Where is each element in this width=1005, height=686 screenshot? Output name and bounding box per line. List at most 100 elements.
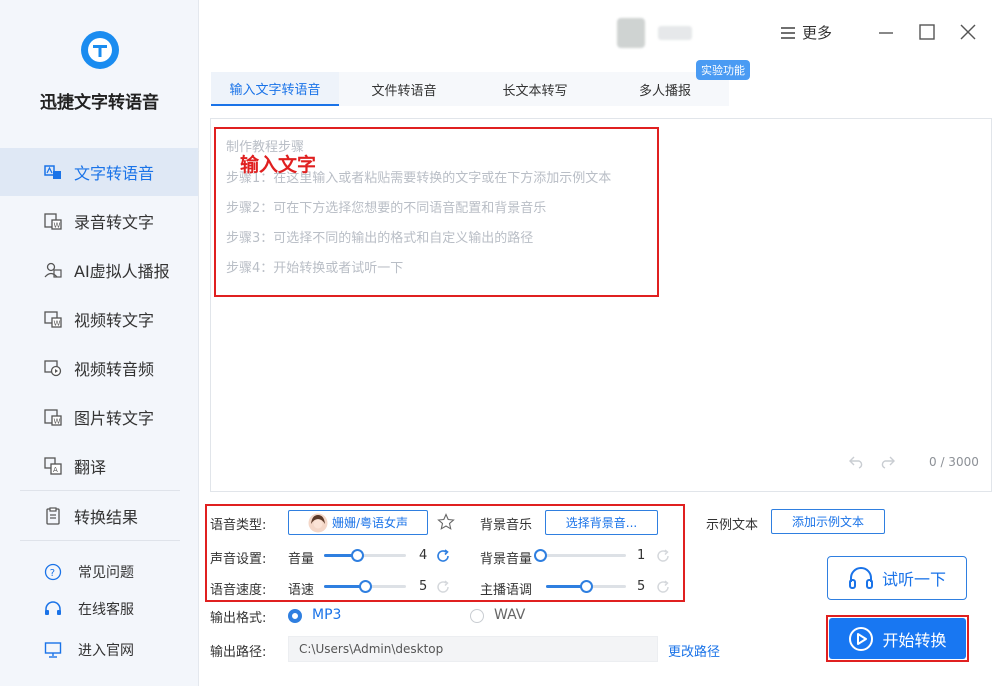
recording-to-text-icon: W xyxy=(44,212,62,230)
help-item-website[interactable]: 进入官网 xyxy=(0,635,198,665)
svg-text:A: A xyxy=(53,466,58,474)
change-path-link[interactable]: 更改路径 xyxy=(668,641,720,660)
maximize-icon[interactable] xyxy=(917,22,937,42)
slider-handle[interactable] xyxy=(534,549,547,562)
play-circle-icon xyxy=(849,626,874,651)
headphones-icon xyxy=(848,567,873,589)
sidebar-item-image-to-text[interactable]: W 图片转文字 xyxy=(0,393,198,441)
format-wav-label[interactable]: WAV xyxy=(494,607,525,623)
more-label: 更多 xyxy=(802,24,833,42)
voice-avatar-icon xyxy=(308,513,328,532)
sidebar: 迅捷文字转语音 文字转语音 W 录音转文字 AI虚拟人播报 W 视频转文字 视频… xyxy=(0,0,199,686)
question-icon: ? xyxy=(44,563,62,581)
slider-handle[interactable] xyxy=(359,580,372,593)
favorite-star-icon[interactable] xyxy=(437,513,455,531)
slider-handle[interactable] xyxy=(350,549,364,562)
format-wav-radio[interactable] xyxy=(470,609,484,623)
video-to-text-icon: W xyxy=(44,310,62,328)
slider-handle[interactable] xyxy=(580,580,593,593)
app-name: 迅捷文字转语音 xyxy=(40,93,159,113)
minimize-icon[interactable] xyxy=(876,22,896,42)
reset-pitch-icon[interactable] xyxy=(656,580,670,594)
pitch-value: 5 xyxy=(637,579,646,594)
volume-value: 4 xyxy=(419,548,428,563)
speech-speed-label: 语音速度: xyxy=(210,583,267,598)
video-to-audio-icon xyxy=(44,359,62,377)
sidebar-item-label: AI虚拟人播报 xyxy=(74,262,170,281)
sidebar-item-translate[interactable]: A 翻译 xyxy=(0,442,198,490)
volume-slider[interactable] xyxy=(324,549,406,562)
undo-icon[interactable] xyxy=(849,455,865,469)
tab-input-text-to-speech[interactable]: 输入文字转语音 xyxy=(211,72,339,106)
svg-text:?: ? xyxy=(50,568,55,579)
voice-type-label: 语音类型: xyxy=(210,518,267,533)
format-mp3-label[interactable]: MP3 xyxy=(312,607,341,623)
redo-icon[interactable] xyxy=(879,455,895,469)
sidebar-item-video-to-audio[interactable]: 视频转音频 xyxy=(0,344,198,392)
menu-icon xyxy=(781,26,795,39)
pitch-label: 主播语调 xyxy=(480,583,533,598)
sound-settings-label: 声音设置: xyxy=(210,552,267,567)
reset-bg-volume-icon[interactable] xyxy=(656,549,670,563)
sidebar-item-label: 录音转文字 xyxy=(74,213,155,232)
user-name xyxy=(658,26,692,40)
more-menu-button[interactable]: 更多 xyxy=(780,22,832,43)
help-item-online-support[interactable]: 在线客服 xyxy=(0,594,198,624)
sample-text-label: 示例文本 xyxy=(706,518,759,533)
help-item-faq[interactable]: ? 常见问题 xyxy=(0,557,198,587)
bg-volume-value: 1 xyxy=(637,548,646,563)
text-to-speech-icon xyxy=(44,163,62,181)
help-item-label: 在线客服 xyxy=(78,602,134,618)
output-path-field[interactable]: C:\Users\Admin\desktop xyxy=(288,636,658,662)
sidebar-item-label: 图片转文字 xyxy=(74,409,155,428)
output-format-label: 输出格式: xyxy=(210,611,267,626)
reset-speed-icon[interactable] xyxy=(436,580,450,594)
speed-label: 语速 xyxy=(288,583,315,598)
annotation-label: 输入文字 xyxy=(240,154,317,176)
sidebar-item-recording-to-text[interactable]: W 录音转文字 xyxy=(0,197,198,245)
output-path-label: 输出路径: xyxy=(210,645,267,660)
help-item-label: 常见问题 xyxy=(78,565,134,581)
speed-slider[interactable] xyxy=(324,580,406,593)
reset-volume-icon[interactable] xyxy=(436,549,450,563)
sidebar-item-label: 视频转音频 xyxy=(74,360,155,379)
sidebar-item-video-to-text[interactable]: W 视频转文字 xyxy=(0,295,198,343)
tab-long-text-transcribe[interactable]: 长文本转写 xyxy=(469,72,601,106)
add-sample-text-button[interactable]: 添加示例文本 xyxy=(771,509,885,534)
sidebar-item-label: 翻译 xyxy=(74,458,107,477)
speed-value: 5 xyxy=(419,579,428,594)
image-to-text-icon: W xyxy=(44,408,62,426)
listen-preview-button[interactable]: 试听一下 xyxy=(827,556,967,600)
monitor-icon xyxy=(44,642,62,658)
sidebar-item-ai-avatar[interactable]: AI虚拟人播报 xyxy=(0,246,198,294)
sidebar-item-label: 视频转文字 xyxy=(74,311,155,330)
app-logo-icon xyxy=(81,31,119,69)
pitch-slider[interactable] xyxy=(546,580,626,593)
select-bg-music-button[interactable]: 选择背景音... xyxy=(545,510,658,535)
start-label: 开始转换 xyxy=(882,630,947,650)
voice-select-button[interactable]: 姗姗/粤语女声 xyxy=(288,510,428,535)
tab-bar: 输入文字转语音 文件转语音 长文本转写 多人播报 xyxy=(211,72,729,106)
headset-icon xyxy=(45,601,61,615)
user-avatar[interactable] xyxy=(617,18,645,48)
voice-name: 姗姗/粤语女声 xyxy=(331,516,409,530)
sidebar-item-results[interactable]: 转换结果 xyxy=(0,492,198,540)
svg-text:W: W xyxy=(54,320,61,328)
format-mp3-radio[interactable] xyxy=(288,609,302,623)
sidebar-item-label: 转换结果 xyxy=(74,508,139,527)
sidebar-item-label: 文字转语音 xyxy=(74,164,155,183)
sidebar-divider xyxy=(20,490,180,491)
bg-volume-slider[interactable] xyxy=(534,549,626,562)
results-icon xyxy=(44,507,62,525)
start-convert-button[interactable]: 开始转换 xyxy=(829,618,966,659)
experimental-badge: 实验功能 xyxy=(696,60,750,80)
volume-label: 音量 xyxy=(288,552,315,567)
svg-text:W: W xyxy=(54,222,61,230)
help-item-label: 进入官网 xyxy=(78,643,134,659)
sidebar-item-text-to-speech[interactable]: 文字转语音 xyxy=(0,148,198,196)
bg-music-label: 背景音乐 xyxy=(480,518,533,533)
listen-label: 试听一下 xyxy=(881,570,946,589)
tab-file-to-speech[interactable]: 文件转语音 xyxy=(339,72,469,106)
svg-text:W: W xyxy=(54,418,61,426)
close-icon[interactable] xyxy=(958,22,978,42)
